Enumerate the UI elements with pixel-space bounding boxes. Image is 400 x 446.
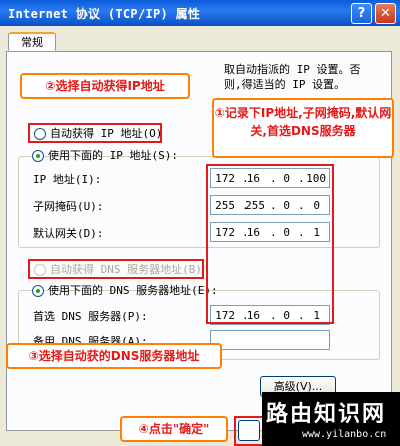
subnet-mask-label: 子网掩码(U): [33, 200, 104, 213]
preferred-dns-label: 首选 DNS 服务器(P): [33, 310, 148, 323]
intro-text: 取自动指派的 IP 设置。否则,得适当的 IP 设置。 [224, 63, 361, 91]
ip-address-label: IP 地址(I): [33, 173, 102, 186]
highlight-auto-ip [28, 123, 162, 143]
callout-step4: ④点击"确定" [120, 416, 228, 442]
manual-ip-label: 使用下面的 IP 地址(S): [48, 149, 178, 162]
title-bar: Internet 协议 (TCP/IP) 属性 ? ✕ [0, 0, 400, 26]
callout-step1: ①记录下IP地址,子网掩码,默认网关,首选DNS服务器 [212, 98, 394, 158]
tab-general[interactable]: 常规 [8, 32, 56, 52]
alternate-dns-input[interactable] [210, 330, 330, 350]
callout-step2: ②选择自动获得IP地址 [20, 73, 190, 99]
manual-dns-label: 使用下面的 DNS 服务器地址(E): [48, 284, 218, 297]
gateway-label: 默认网关(D): [33, 227, 104, 240]
highlight-ip-fields [206, 164, 334, 324]
window-title: Internet 协议 (TCP/IP) 属性 [8, 7, 201, 21]
callout-step3: ③选择自动获的DNS服务器地址 [6, 343, 222, 369]
manual-ip-option[interactable]: 使用下面的 IP 地址(S): [32, 148, 178, 164]
help-button[interactable]: ? [351, 3, 372, 24]
highlight-ok [234, 416, 264, 446]
close-button[interactable]: ✕ [375, 3, 396, 24]
watermark-url: www.yilanbo.cn [302, 429, 387, 440]
highlight-auto-dns [28, 259, 204, 279]
manual-dns-radio[interactable] [32, 285, 44, 297]
manual-ip-radio[interactable] [32, 150, 44, 162]
manual-dns-option[interactable]: 使用下面的 DNS 服务器地址(E): [32, 283, 218, 299]
watermark-title: 路由知识网 [266, 401, 387, 427]
site-watermark: 路由知识网 www.yilanbo.cn [262, 392, 400, 446]
